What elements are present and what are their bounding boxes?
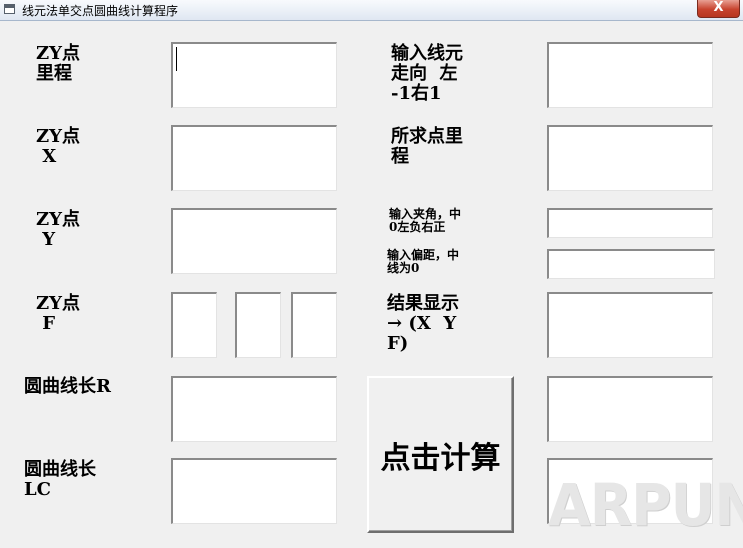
close-button[interactable]: X [697, 0, 740, 18]
zy-mileage-input[interactable] [171, 42, 337, 108]
zy-y-input[interactable] [171, 208, 337, 274]
label-target-mileage: 所求点里 程 [391, 126, 463, 167]
zy-f-minutes-input[interactable] [235, 292, 281, 358]
watermark-logo: ARPUN [548, 471, 743, 539]
label-zy-mileage: ZY点 里程 [36, 43, 80, 84]
curve-lc-input[interactable] [171, 458, 337, 524]
label-result: 结果显示 → (X Y F) [387, 293, 459, 354]
window-title: 线元法单交点圆曲线计算程序 [22, 4, 179, 18]
zy-f-degrees-input[interactable] [171, 292, 217, 358]
target-mileage-input[interactable] [547, 125, 713, 191]
label-zy-y: ZY点 Y [36, 209, 80, 250]
line-direction-input[interactable] [547, 42, 713, 108]
label-zy-f: ZY点 F [36, 293, 80, 334]
label-zy-x: ZY点 X [36, 126, 80, 167]
zy-x-input[interactable] [171, 125, 337, 191]
angle-input[interactable] [547, 208, 713, 238]
result-x-output[interactable] [547, 292, 713, 358]
calculate-button[interactable]: 点击计算 [367, 376, 514, 533]
label-line-direction: 输入线元 走向 左 -1右1 [391, 43, 463, 104]
zy-f-seconds-input[interactable] [291, 292, 337, 358]
curve-r-input[interactable] [171, 376, 337, 442]
app-window-icon [4, 4, 15, 14]
label-offset: 输入偏距，中 线为0 [387, 248, 460, 275]
result-y-output[interactable] [547, 376, 713, 442]
label-curve-r: 圆曲线长R [24, 376, 111, 397]
offset-input[interactable] [547, 249, 715, 279]
text-caret [176, 47, 177, 71]
label-curve-lc: 圆曲线长 LC [24, 459, 96, 500]
title-bar: 线元法单交点圆曲线计算程序 X [0, 0, 743, 21]
label-angle: 输入夹角，中 0左负右正 [389, 207, 462, 234]
